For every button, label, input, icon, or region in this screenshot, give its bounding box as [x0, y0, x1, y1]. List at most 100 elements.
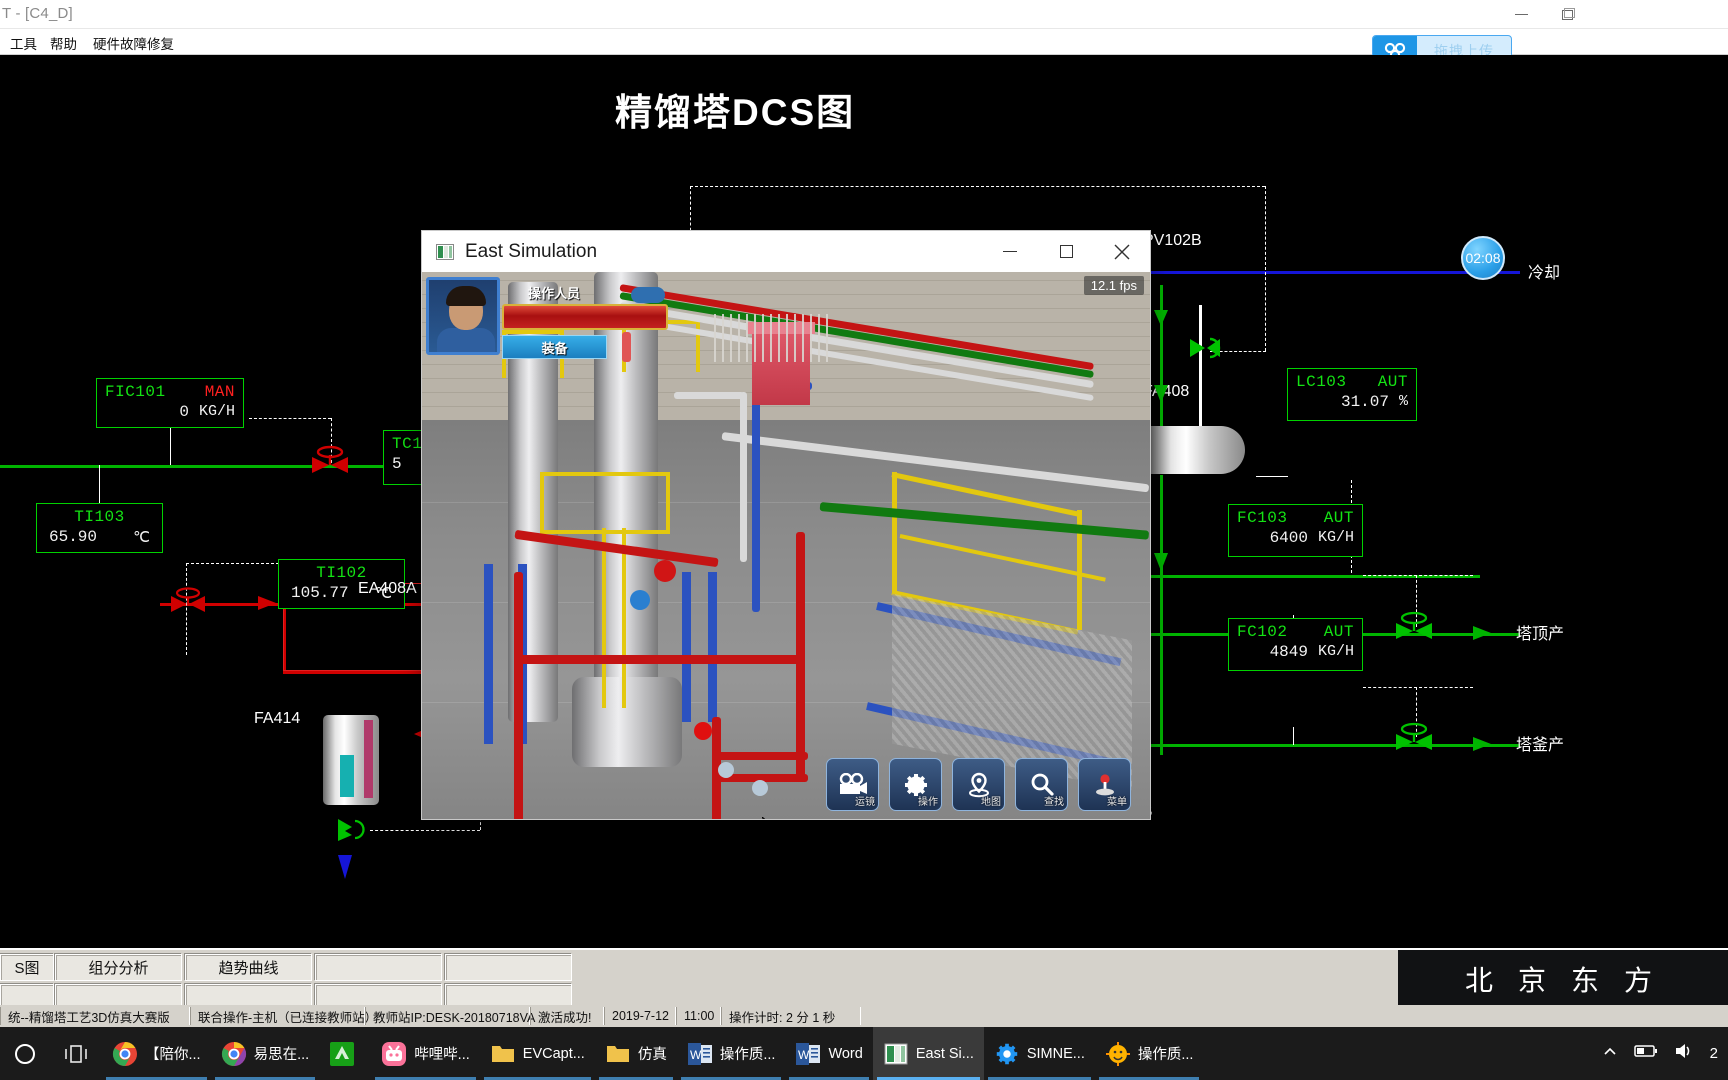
taskbar-item-bilibili[interactable]: 哔哩哔... — [371, 1027, 480, 1080]
tag-ti102-value: 105.77 — [291, 584, 349, 602]
sim-maximize-button[interactable] — [1038, 231, 1094, 272]
page-title: 精馏塔DCS图 — [615, 92, 856, 133]
tag-fic101-value: 0 — [179, 403, 189, 421]
taskbar-label: 仿真 — [637, 1047, 667, 1063]
toolbar-menu-button[interactable]: 菜单 — [1078, 758, 1131, 811]
taskbar-label: 操作质... — [1137, 1047, 1194, 1063]
tag-lc103[interactable]: LC103 AUT 31.07 % — [1287, 368, 1417, 421]
chevron-up-icon[interactable] — [1602, 1045, 1618, 1063]
scene-valve-red-1[interactable] — [694, 722, 712, 740]
bottom-button-dcs-view[interactable]: S图 — [0, 954, 54, 981]
pipe-red-to-ea408a — [283, 671, 443, 674]
chrome-color-icon — [221, 1041, 247, 1067]
toolbar-search-button[interactable]: 查找 — [1015, 758, 1068, 811]
arrow-top-product — [1473, 626, 1491, 640]
sim-3d-viewport[interactable]: 12.1 fps 操作人员 装备 运镜 操作 地图 查找 菜单 — [422, 272, 1150, 819]
tag-fc103-mode: AUT — [1323, 509, 1354, 527]
taskbar-item-word-1[interactable]: W 操作质... — [677, 1027, 786, 1080]
scene-fence — [714, 314, 834, 362]
cortana-circle-icon[interactable] — [0, 1043, 50, 1065]
app-window-icon — [436, 243, 454, 260]
tag-fc102-value: 4849 — [1269, 643, 1308, 661]
bilibili-icon — [381, 1041, 407, 1067]
label-ea408a: EA408A — [358, 580, 417, 597]
sim-minimize-button[interactable] — [982, 231, 1038, 272]
bottom-button-empty-2[interactable] — [445, 954, 572, 981]
tag-fc102[interactable]: FC102 AUT 4849 KG/H — [1228, 618, 1363, 671]
toolbar-menu-label: 菜单 — [1107, 797, 1127, 808]
hud-equip-button[interactable]: 装备 — [502, 335, 607, 359]
scene-handwheel-blue[interactable] — [630, 590, 650, 610]
tag-fic101[interactable]: FIC101 MAN 0 KG/H — [96, 378, 244, 428]
tag-fc103[interactable]: FC103 AUT 6400 KG/H — [1228, 504, 1363, 557]
toolbar-map-button[interactable]: 地图 — [952, 758, 1005, 811]
support-blue-3 — [682, 572, 691, 722]
bottom-button-trend-curve[interactable]: 趋势曲线 — [185, 954, 312, 981]
valve-bottom-product[interactable] — [1390, 722, 1438, 760]
volume-icon[interactable] — [1674, 1042, 1694, 1065]
battery-icon[interactable] — [1633, 1044, 1658, 1063]
pipe3-red-vert — [796, 532, 805, 782]
toolbar-map-label: 地图 — [981, 797, 1001, 808]
taskbar-item-green-app[interactable] — [319, 1027, 371, 1080]
taskbar-item-simulation-folder[interactable]: 仿真 — [595, 1027, 677, 1080]
sim-close-button[interactable] — [1094, 231, 1150, 272]
toolbar-camera-label: 运镜 — [855, 797, 875, 808]
ladder-rail-b — [622, 528, 626, 708]
taskbar-item-evcapture[interactable]: EVCapt... — [480, 1027, 595, 1080]
menu-item-tools[interactable]: 工具 — [10, 33, 37, 53]
east-simulation-window[interactable]: East Simulation 12.1 fps 操作人员 装备 运镜 操作 地… — [422, 231, 1150, 819]
support-blue-1 — [484, 564, 493, 744]
valve-fic101[interactable] — [306, 443, 354, 485]
scene-valve-grey-1[interactable] — [718, 762, 734, 778]
rail-platform-3 — [540, 472, 670, 476]
rail-post-5 — [540, 472, 544, 534]
pipe-right-vert2 — [1160, 475, 1163, 755]
status-connection: 联合操作-主机（已连接教师站） — [190, 1007, 377, 1025]
svg-text:W: W — [798, 1048, 810, 1062]
tag-ti103[interactable]: TI103 65.90 ℃ — [36, 503, 163, 553]
folder-icon — [605, 1041, 631, 1067]
taskbar-item-chrome-1[interactable]: 【陪你... — [102, 1027, 211, 1080]
dash-top-v1 — [690, 186, 691, 236]
hud-panel: 操作人员 装备 — [426, 277, 668, 359]
sim-window-title: East Simulation — [465, 240, 598, 262]
dash-fc102-h — [1363, 687, 1473, 688]
taskbar-item-chrome-2[interactable]: 易思在... — [211, 1027, 320, 1080]
taskbar-item-east-simulation[interactable]: East Si... — [872, 1027, 984, 1080]
task-view-icon[interactable] — [50, 1044, 102, 1063]
taskbar-label: 易思在... — [253, 1047, 310, 1063]
conn-fic101 — [170, 428, 171, 465]
sim-titlebar[interactable]: East Simulation — [422, 231, 1150, 272]
valve-red-left[interactable] — [164, 587, 212, 621]
bottom-button-composition-analysis[interactable]: 组分分析 — [55, 954, 182, 981]
valve-pv102b[interactable] — [1186, 333, 1228, 369]
scene-valve-grey-2[interactable] — [752, 780, 768, 796]
label-stream-bottom-product: 塔釜产 — [1516, 737, 1565, 754]
taskbar-item-simnet[interactable]: SIMNE... — [984, 1027, 1095, 1080]
operator-avatar[interactable] — [426, 277, 500, 355]
valve-fa414-drain[interactable] — [330, 815, 374, 853]
menu-item-hardware-fault-repair[interactable]: 硬件故障修复 — [93, 33, 174, 53]
os-maximize-button[interactable] — [1544, 0, 1590, 29]
dcs-diagram-canvas: 精馏塔DCS图 FIC101 MAN 0 KG/H TI103 65.90 ℃ … — [0, 55, 1728, 948]
os-minimize-button[interactable] — [1498, 0, 1544, 29]
bottom-button-empty-1[interactable] — [315, 954, 442, 981]
toolbar-camera-button[interactable]: 运镜 — [826, 758, 879, 811]
tag-fc103-name: FC103 — [1237, 509, 1288, 527]
scene-handwheel-red[interactable] — [654, 560, 676, 582]
tag-lc103-value: 31.07 — [1340, 393, 1389, 411]
status-teacher-ip: 教师站IP:DESK-20180718VA — [365, 1007, 535, 1025]
dash-top-h — [690, 186, 1265, 187]
clock-text[interactable]: 2 — [1710, 1045, 1718, 1062]
taskbar-item-operation-quality[interactable]: 操作质... — [1095, 1027, 1204, 1080]
valve-top-product[interactable] — [1390, 611, 1438, 649]
toolbar-operate-button[interactable]: 操作 — [889, 758, 942, 811]
tag-fic101-name: FIC101 — [105, 383, 166, 401]
menu-item-help[interactable]: 帮助 — [50, 33, 77, 53]
taskbar-item-word-2[interactable]: W Word — [785, 1027, 872, 1080]
hud-role-label: 操作人员 — [528, 286, 581, 301]
fps-counter: 12.1 fps — [1083, 276, 1144, 295]
tag-lc103-name: LC103 — [1296, 373, 1347, 391]
support-blue-4 — [708, 572, 717, 722]
